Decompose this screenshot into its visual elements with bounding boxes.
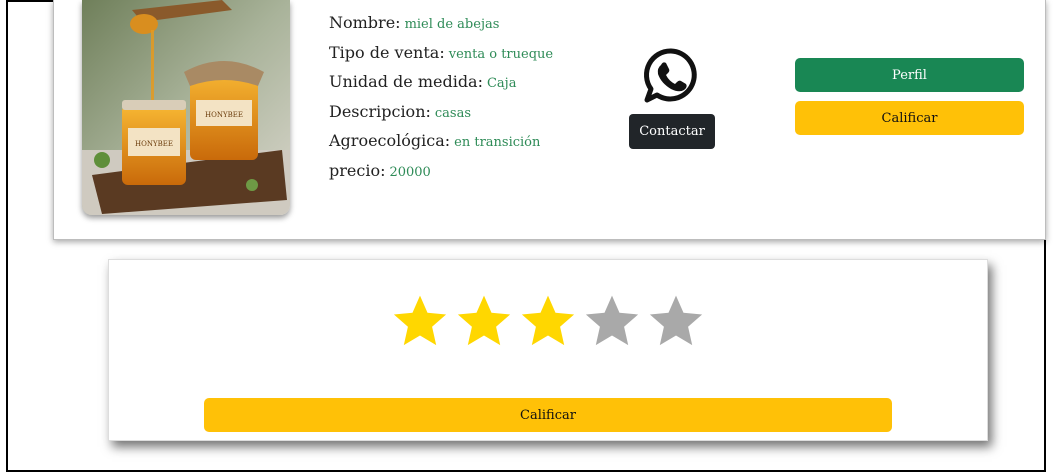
rate-button[interactable]: Calificar	[795, 101, 1024, 135]
star-icon[interactable]	[647, 292, 705, 350]
star-icon[interactable]	[455, 292, 513, 350]
detail-label: Tipo de venta:	[329, 42, 445, 62]
detail-value: miel de abejas	[404, 17, 500, 32]
contact-button[interactable]: Contactar	[629, 114, 715, 149]
detail-nombre: Nombre: miel de abejas	[329, 8, 553, 38]
submit-rating-button[interactable]: Calificar	[204, 398, 892, 432]
profile-button[interactable]: Perfil	[795, 58, 1024, 92]
detail-label: Agroecológica:	[329, 131, 451, 150]
honey-jars-photo: HONYBEE HONYBEE	[82, 0, 290, 215]
detail-precio: precio: 20000	[329, 156, 553, 186]
jar-label-left: HONYBEE	[135, 140, 173, 148]
jar-label-right: HONYBEE	[205, 111, 243, 119]
detail-value: 20000	[389, 164, 431, 180]
product-details: Nombre: miel de abejas Tipo de venta: vent…	[329, 8, 553, 185]
detail-value: en transición	[454, 135, 541, 150]
product-image: HONYBEE HONYBEE	[82, 0, 290, 215]
detail-descripcion: Descripcion: casas	[329, 97, 553, 127]
detail-label: precio:	[329, 160, 386, 180]
detail-label: Nombre:	[329, 13, 401, 32]
star-rating	[391, 292, 705, 350]
detail-label: Unidad de medida:	[329, 72, 483, 91]
detail-label: Descripcion:	[329, 101, 431, 121]
product-card: HONYBEE HONYBEE Nombre: miel de abejas Ti…	[53, 0, 1046, 240]
detail-unidad-medida: Unidad de medida: Caja	[329, 67, 553, 97]
detail-value: Caja	[486, 76, 517, 91]
star-icon[interactable]	[391, 292, 449, 350]
star-icon[interactable]	[519, 292, 577, 350]
detail-value: venta o trueque	[448, 46, 554, 62]
detail-value: casas	[434, 105, 472, 121]
star-icon[interactable]	[583, 292, 641, 350]
rating-card: Calificar	[108, 259, 988, 441]
whatsapp-icon[interactable]	[641, 46, 701, 106]
detail-agroecologica: Agroecológica: en transición	[329, 126, 553, 156]
detail-tipo-venta: Tipo de venta: venta o trueque	[329, 38, 553, 68]
